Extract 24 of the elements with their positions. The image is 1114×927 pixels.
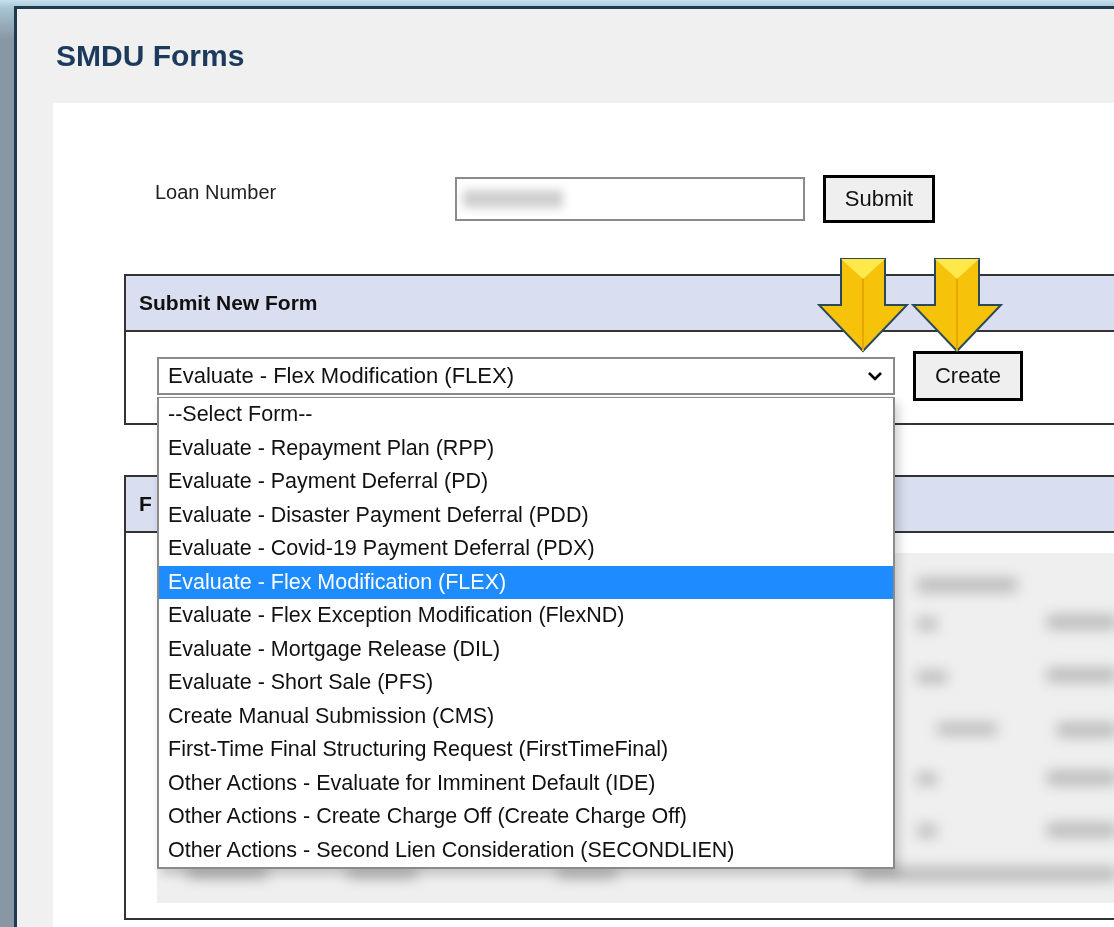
form-select[interactable]: Evaluate - Flex Modification (FLEX) xyxy=(157,357,895,395)
dropdown-option[interactable]: Create Manual Submission (CMS) xyxy=(159,699,893,733)
dropdown-option[interactable]: Evaluate - Flex Exception Modification (FlexND) xyxy=(159,599,893,633)
panel-title: Submit New Form xyxy=(139,291,318,315)
dropdown-option[interactable]: First-Time Final Structuring Request (FirstTimeFinal) xyxy=(159,733,893,767)
dropdown-option[interactable]: Evaluate - Short Sale (PFS) xyxy=(159,666,893,700)
dropdown-option[interactable]: Evaluate - Mortgage Release (DIL) xyxy=(159,632,893,666)
dropdown-option[interactable]: Other Actions - Second Lien Consideration (SECONDLIEN) xyxy=(159,833,893,867)
arrow-down-icon xyxy=(817,257,909,353)
dropdown-option[interactable]: Other Actions - Evaluate for Imminent Default (IDE) xyxy=(159,766,893,800)
dropdown-option[interactable]: Other Actions - Create Charge Off (Create Charge Off) xyxy=(159,800,893,834)
submit-button[interactable]: Submit xyxy=(823,175,935,223)
page-title: SMDU Forms xyxy=(55,38,246,71)
dropdown-option[interactable]: --Select Form-- xyxy=(159,398,893,432)
create-button[interactable]: Create xyxy=(913,351,1023,401)
loan-number-field[interactable] xyxy=(455,177,805,221)
dropdown-option[interactable]: Evaluate - Covid-19 Payment Deferral (PDX) xyxy=(159,532,893,566)
dropdown-option[interactable]: Evaluate - Payment Deferral (PD) xyxy=(159,465,893,499)
loan-number-label: Loan Number xyxy=(155,180,278,204)
dropdown-option[interactable]: Evaluate - Disaster Payment Deferral (PDD) xyxy=(159,498,893,532)
panel-title: F xyxy=(139,492,152,516)
chevron-down-icon xyxy=(867,371,883,381)
dropdown-option[interactable]: Evaluate - Repayment Plan (RPP) xyxy=(159,431,893,465)
arrow-down-icon xyxy=(911,257,1003,353)
